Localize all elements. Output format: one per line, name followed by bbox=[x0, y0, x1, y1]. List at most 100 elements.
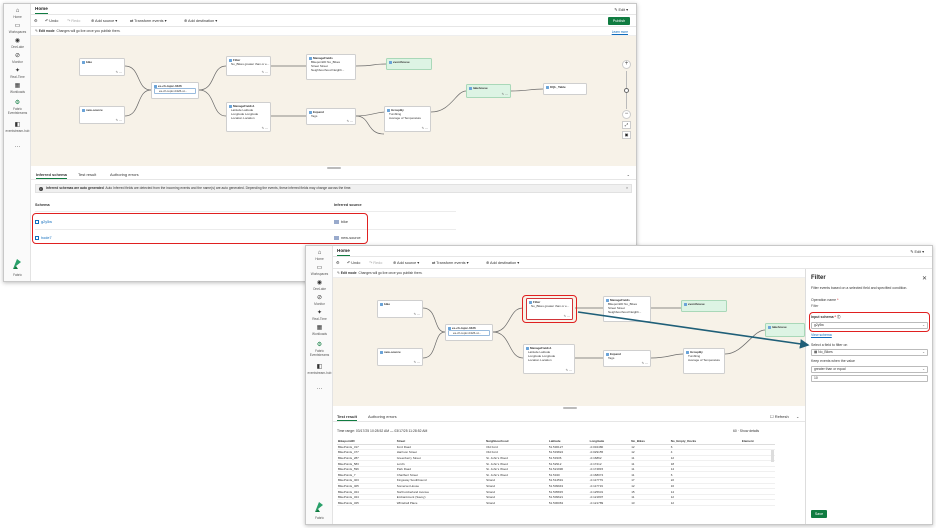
redo-button[interactable]: ↷ Redo bbox=[67, 18, 80, 23]
destination-node-eventhouse[interactable]: eventhouse bbox=[681, 300, 727, 312]
rail-home[interactable]: ⌂ Home bbox=[4, 8, 31, 19]
source-node-new-source[interactable]: new-source ✎ ⋯ bbox=[377, 348, 423, 366]
undo-button[interactable]: ↶ Undo bbox=[347, 260, 360, 265]
rail-eventstreams[interactable]: ⚙ Fabric Eventstreams bbox=[4, 100, 31, 115]
node-actions-icon[interactable]: ✎ ⋯ bbox=[116, 70, 122, 74]
node-actions-icon[interactable]: ✎ ⋯ bbox=[414, 312, 420, 316]
managefields1-node[interactable]: ManageFields1 Latitude Latitude Longitude … bbox=[226, 102, 271, 132]
item-icon: ◧ bbox=[316, 364, 323, 370]
resize-grip[interactable] bbox=[563, 407, 577, 409]
tab-test-result[interactable]: Test result bbox=[337, 414, 357, 421]
rail-workspaces[interactable]: ▭ Workspaces bbox=[4, 23, 31, 34]
tab-home[interactable]: Home bbox=[337, 248, 350, 256]
node-actions-icon[interactable]: ✎ ⋯ bbox=[262, 126, 268, 130]
rail-workspaces[interactable]: ▭ Workspaces bbox=[306, 265, 333, 276]
rail-monitor[interactable]: ⊘ Monitor bbox=[306, 295, 333, 306]
table-scrollbar[interactable] bbox=[771, 450, 774, 462]
add-source-button[interactable]: ⊕ Add source ▾ bbox=[91, 18, 117, 23]
node-actions-icon[interactable]: ✎ ⋯ bbox=[566, 368, 572, 372]
rail-current-item[interactable]: ◧ eventstream-hub bbox=[306, 364, 333, 375]
node-actions-icon[interactable]: ✎ ⋯ bbox=[116, 118, 122, 122]
edit-dropdown[interactable]: ✎ Edit ▾ bbox=[910, 249, 924, 254]
close-icon[interactable]: × bbox=[626, 185, 628, 192]
minimap-icon[interactable]: ▣ bbox=[622, 131, 631, 139]
add-destination-button[interactable]: ⊕ Add destination ▾ bbox=[486, 260, 519, 265]
operation-name-field[interactable]: Filter bbox=[811, 304, 819, 308]
managefields-node[interactable]: ManageFields BikepointID No_Bikes Street S… bbox=[603, 296, 651, 322]
rail-workloads[interactable]: ▦ Workloads bbox=[306, 325, 333, 336]
tab-authoring-errors[interactable]: Authoring errors bbox=[110, 172, 139, 177]
flow-canvas[interactable]: bike ✎ ⋯ new-source ✎ ⋯ es-ch-topic-0426 es… bbox=[31, 36, 636, 166]
node-actions-icon[interactable]: ✎ ⋯ bbox=[414, 360, 420, 364]
node-actions-icon[interactable]: ✎ ⋯ bbox=[422, 126, 428, 130]
flow-canvas[interactable]: bike ✎ ⋯ new-source ✎ ⋯ es-ch-topic-0426 es… bbox=[333, 278, 805, 406]
rail-home[interactable]: ⌂ Home bbox=[306, 250, 333, 261]
source-node-bike[interactable]: bike ✎ ⋯ bbox=[377, 300, 423, 318]
results-summary[interactable]: 60 · Show details bbox=[733, 429, 759, 433]
node-actions-icon[interactable]: ✎ ⋯ bbox=[262, 70, 268, 74]
inferred-info-bar: i Inferred schemas are auto generated Au… bbox=[35, 184, 632, 193]
rail-current-item[interactable]: ◧ eventstream-hub bbox=[4, 122, 31, 133]
expand-node[interactable]: Expand Tags ✎ ⋯ bbox=[306, 108, 356, 125]
undo-button[interactable]: ↶ Undo bbox=[45, 18, 58, 23]
highlight-box-filter-node bbox=[522, 295, 577, 323]
learn-more-link[interactable]: Learn more bbox=[612, 30, 628, 34]
rail-realtime[interactable]: ✦ Real-Time bbox=[4, 68, 31, 79]
source-node-bike[interactable]: bike ✎ ⋯ bbox=[79, 58, 125, 76]
rail-monitor[interactable]: ⊘ Monitor bbox=[4, 53, 31, 64]
filter-node[interactable]: Filter No_Bikes greater than or e... ✎ ⋯ bbox=[226, 56, 271, 76]
more-icon: ··· bbox=[14, 144, 21, 150]
settings-icon[interactable]: ⚙ bbox=[336, 260, 339, 265]
collapse-chevron-icon[interactable]: ⌄ bbox=[796, 414, 799, 419]
threshold-input[interactable]: 10 bbox=[811, 375, 928, 382]
settings-icon[interactable]: ⚙ bbox=[34, 18, 37, 23]
managefields1-node[interactable]: ManageFields1 Latitude Latitude Longitude … bbox=[523, 344, 575, 374]
eventstream-node[interactable]: es-ch-topic-0426 es-ch-topic-0426-st... bbox=[151, 82, 199, 99]
groupby-node[interactable]: GroupBy Tumbling Average of Temperature bbox=[683, 348, 725, 374]
destination-node-eventhouse[interactable]: eventhouse bbox=[386, 58, 432, 70]
expand-node[interactable]: Expand Tags ✎ ⋯ bbox=[603, 350, 651, 367]
tab-test-result[interactable]: Test result bbox=[78, 172, 96, 177]
redo-button[interactable]: ↷ Redo bbox=[369, 260, 382, 265]
rail-more[interactable]: ··· bbox=[4, 144, 31, 151]
rail-workloads[interactable]: ▦ Workloads bbox=[4, 83, 31, 94]
destination-node-lakehouse[interactable]: lakehouse bbox=[765, 323, 805, 337]
rail-eventstreams[interactable]: ⚙ Fabric Eventstreams bbox=[306, 342, 333, 357]
rail-onelake[interactable]: ◉ OneLake bbox=[306, 280, 333, 291]
rail-realtime[interactable]: ✦ Real-Time bbox=[306, 310, 333, 321]
node-actions-icon[interactable]: ✎ ⋯ bbox=[347, 119, 353, 123]
field-label: Select a field to filter on bbox=[811, 343, 848, 347]
tab-home[interactable]: Home bbox=[35, 6, 48, 14]
destination-node-lakehouse[interactable]: lakehouse ✎ ⋯ bbox=[466, 84, 511, 98]
fit-view-icon[interactable]: ⤢ bbox=[622, 121, 631, 129]
collapse-chevron-icon[interactable]: ⌄ bbox=[627, 172, 630, 177]
edit-dropdown[interactable]: ✎ Edit ▾ bbox=[614, 7, 628, 12]
rail-more[interactable]: ··· bbox=[306, 386, 333, 393]
transform-events-button[interactable]: ⇄ Transform events ▾ bbox=[130, 18, 167, 23]
groupby-node[interactable]: GroupBy Tumbling Average of Temperature ✎ ⋯ bbox=[384, 106, 431, 132]
node-actions-icon[interactable]: ✎ ⋯ bbox=[642, 361, 648, 365]
refresh-button[interactable]: ☐ Refresh bbox=[770, 414, 789, 419]
add-destination-button[interactable]: ⊕ Add destination ▾ bbox=[184, 18, 217, 23]
close-icon[interactable]: ✕ bbox=[922, 275, 927, 282]
managefields-node[interactable]: ManageFields BikepointID No_Bikes Street S… bbox=[306, 54, 356, 80]
zoom-out-icon[interactable]: − bbox=[622, 110, 631, 119]
test-result-table: BikepointID Street Neighbourhood Latitude Lo… bbox=[337, 438, 775, 506]
zoom-slider-handle[interactable] bbox=[624, 88, 629, 93]
rail-onelake[interactable]: ◉ OneLake bbox=[4, 38, 31, 49]
view-schema-link[interactable]: View schema bbox=[811, 333, 832, 337]
publish-button[interactable]: Publish bbox=[608, 17, 630, 25]
save-button[interactable]: Save bbox=[811, 510, 827, 518]
tab-authoring-errors[interactable]: Authoring errors bbox=[368, 414, 397, 419]
destination-node-kql[interactable]: KQL_Table bbox=[543, 83, 587, 95]
add-source-button[interactable]: ⊕ Add source ▾ bbox=[393, 260, 419, 265]
field-select[interactable]: ▦ No_Bikes ⌄ bbox=[811, 349, 928, 356]
resize-grip[interactable] bbox=[327, 167, 341, 169]
condition-select[interactable]: greater than or equal ⌄ bbox=[811, 366, 928, 373]
source-node-new-source[interactable]: new-source ✎ ⋯ bbox=[79, 106, 125, 124]
tab-inferred-schema[interactable]: Inferred schema bbox=[36, 172, 67, 179]
node-actions-icon[interactable]: ✎ ⋯ bbox=[502, 92, 508, 96]
eventstream-node[interactable]: es-ch-topic-0426 es-ch-topic-0426-st... bbox=[445, 324, 493, 341]
transform-events-button[interactable]: ⇄ Transform events ▾ bbox=[432, 260, 469, 265]
zoom-in-icon[interactable]: + bbox=[622, 60, 631, 69]
